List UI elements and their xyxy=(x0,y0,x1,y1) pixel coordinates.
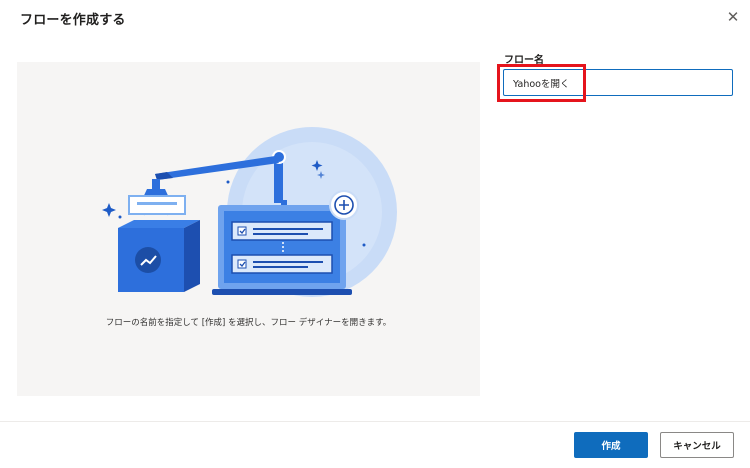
dialog-title: フローを作成する xyxy=(20,13,126,28)
create-flow-dialog: フローを作成する ✕ フローの名前を指定して [作成] を選択し、フロー デザイ… xyxy=(0,0,750,468)
illustration-panel: フローの名前を指定して [作成] を選択し、フロー デザイナーを開きます。 xyxy=(17,62,480,396)
flow-name-input[interactable] xyxy=(503,69,733,96)
close-icon[interactable]: ✕ xyxy=(724,8,742,26)
flow-designer-illustration xyxy=(102,127,397,297)
create-button[interactable]: 作成 xyxy=(574,432,648,458)
flow-name-label: フロー名 xyxy=(504,55,544,66)
illustration-caption: フローの名前を指定して [作成] を選択し、フロー デザイナーを開きます。 xyxy=(105,318,392,328)
footer-divider xyxy=(0,421,750,422)
cancel-button[interactable]: キャンセル xyxy=(660,432,734,458)
